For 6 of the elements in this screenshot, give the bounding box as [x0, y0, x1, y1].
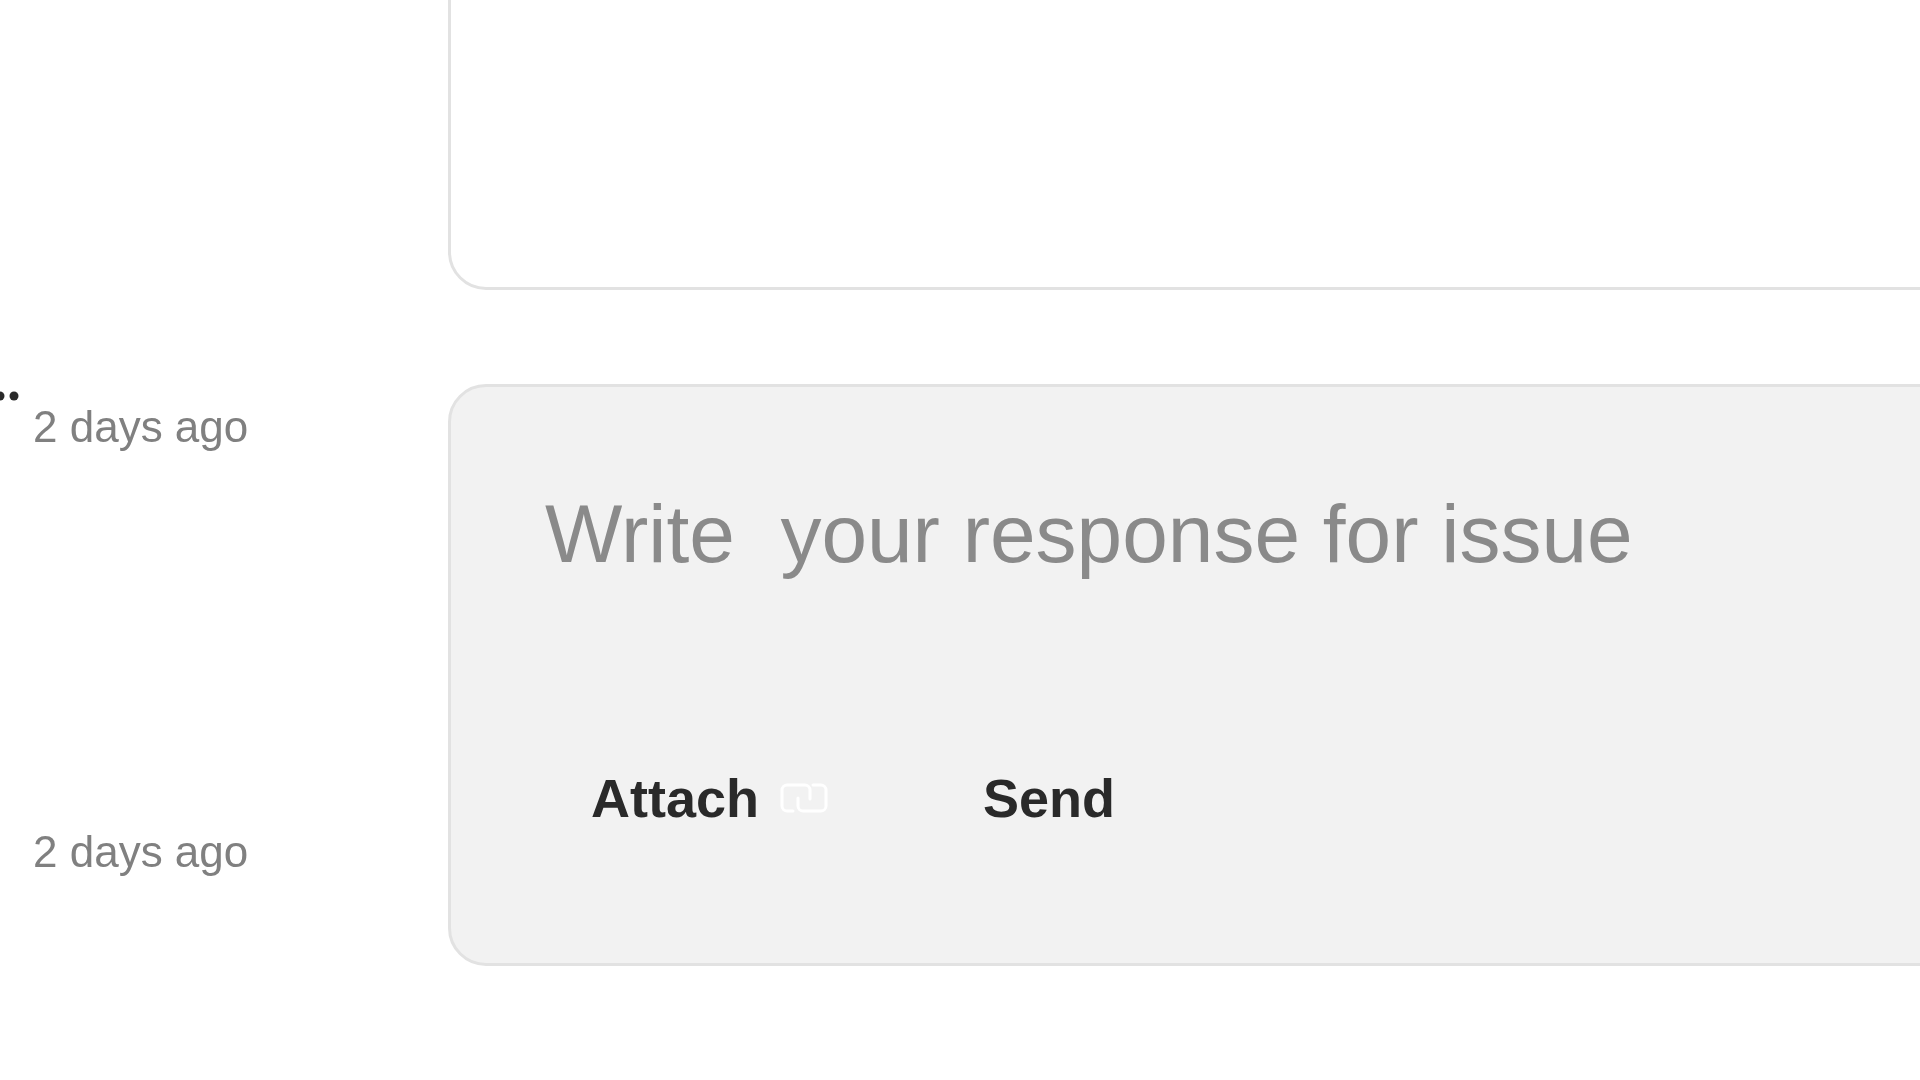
- response-field[interactable]: Write your response for issue: [545, 487, 1920, 597]
- timestamp: 2 days ago: [33, 830, 249, 874]
- more-icon[interactable]: [0, 390, 20, 402]
- timestamp: 2 days ago: [33, 405, 249, 449]
- attach-button[interactable]: Attach: [545, 757, 877, 839]
- send-button[interactable]: Send: [937, 757, 1162, 839]
